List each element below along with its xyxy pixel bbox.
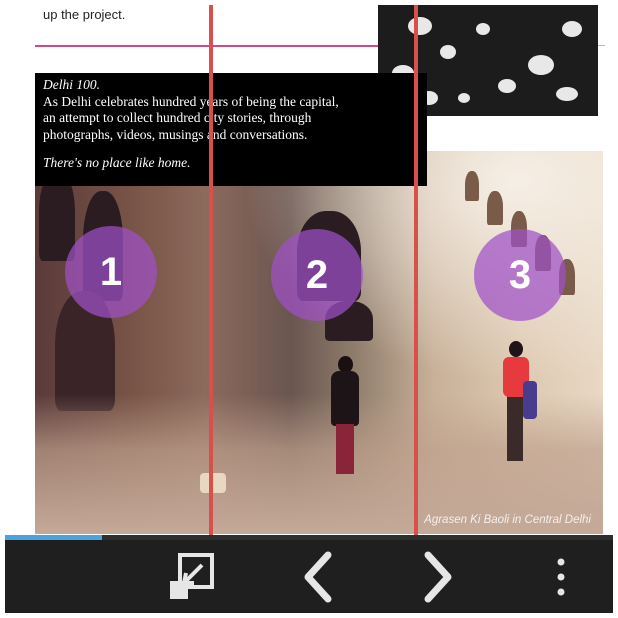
- person-figure: [493, 341, 539, 469]
- article-caption: Delhi 100. As Delhi celebrates hundred y…: [35, 73, 427, 186]
- more-options-button[interactable]: [541, 540, 581, 613]
- step-marker-2[interactable]: 2: [271, 229, 363, 321]
- next-page-button[interactable]: [403, 540, 473, 613]
- caption-line: an attempt to collect hundred city stori…: [43, 110, 312, 125]
- photo-credit: Agrasen Ki Baoli in Central Delhi: [424, 514, 591, 526]
- bottom-toolbar: [5, 540, 613, 613]
- article-text-fragment: up the project.: [43, 7, 126, 22]
- person-figure: [325, 356, 365, 481]
- guide-line: [414, 5, 418, 538]
- fullscreen-button[interactable]: [155, 540, 227, 613]
- accent-divider: [35, 45, 380, 47]
- step-marker-1[interactable]: 1: [65, 226, 157, 318]
- baoli-photo: Agrasen Ki Baoli in Central Delhi: [35, 151, 603, 534]
- fullscreen-exit-icon: [170, 552, 214, 599]
- magazine-page[interactable]: up the project. Agrasen Ki Baoli in Cent…: [5, 5, 613, 535]
- guide-line: [209, 5, 213, 538]
- reader-frame: up the project. Agrasen Ki Baoli in Cent…: [5, 5, 613, 613]
- shoes: [200, 473, 226, 493]
- caption-line: photographs, videos, musings and convers…: [43, 126, 308, 142]
- caption-title: Delhi 100.: [43, 77, 100, 92]
- step-marker-3[interactable]: 3: [474, 229, 566, 321]
- caption-line: As Delhi celebrates hundred years of bei…: [43, 93, 339, 109]
- more-vertical-icon: [557, 558, 565, 595]
- chevron-left-icon: [304, 551, 332, 602]
- previous-page-button[interactable]: [283, 540, 353, 613]
- chevron-right-icon: [424, 551, 452, 602]
- caption-tagline: There's no place like home.: [43, 155, 191, 170]
